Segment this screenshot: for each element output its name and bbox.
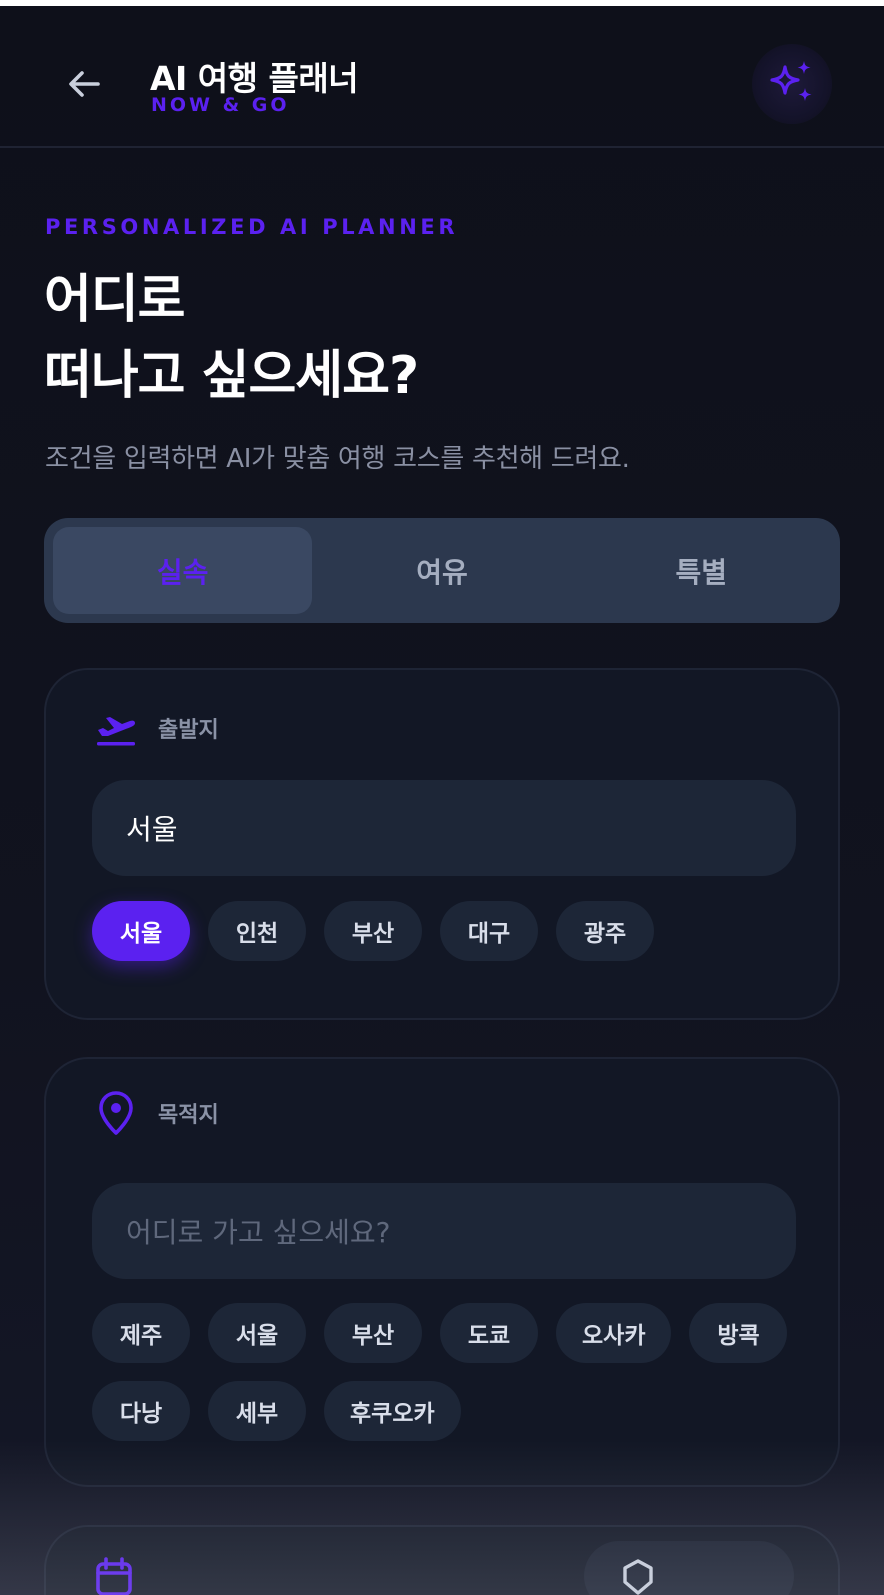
hero-title: 어디로 떠나고 싶으세요? — [44, 262, 419, 414]
destination-chip-busan[interactable]: 부산 — [324, 1303, 422, 1363]
origin-chip-busan[interactable]: 부산 — [324, 901, 422, 961]
destination-chip-danang[interactable]: 다낭 — [92, 1381, 190, 1441]
segment-option-budget[interactable]: 실속 — [53, 527, 313, 614]
destination-chip-bangkok[interactable]: 방콕 — [689, 1303, 788, 1363]
origin-chip-daegu[interactable]: 대구 — [440, 901, 538, 961]
map-pin-icon — [99, 1091, 133, 1135]
date-card — [44, 1525, 840, 1595]
origin-chip-gwangju[interactable]: 광주 — [556, 901, 654, 961]
destination-chip-seoul[interactable]: 서울 — [208, 1303, 306, 1363]
settings-icon — [623, 1559, 653, 1595]
travel-style-segment: 실속 여유 특별 — [44, 518, 840, 623]
origin-label-row: 출발지 — [94, 706, 219, 750]
origin-chip-list: 서울 인천 부산 대구 광주 — [92, 901, 812, 961]
app-subtitle: NOW & GO — [151, 94, 290, 116]
destination-chip-list: 제주 서울 부산 도쿄 오사카 방콕 다낭 세부 후쿠오카 — [92, 1303, 812, 1441]
origin-input[interactable]: 서울 — [92, 780, 796, 876]
arrow-left-icon — [69, 71, 100, 97]
destination-input[interactable]: 어디로 가고 싶으세요? — [92, 1183, 796, 1279]
destination-label-row: 목적지 — [94, 1089, 219, 1137]
airplane-takeoff-icon — [97, 717, 135, 746]
date-card-action-pill[interactable] — [584, 1541, 794, 1595]
segment-option-special[interactable]: 특별 — [572, 527, 831, 614]
top-app-bar: AI 여행 플래너 NOW & GO — [0, 6, 884, 148]
back-button[interactable] — [56, 56, 112, 112]
origin-chip-incheon[interactable]: 인천 — [208, 901, 306, 961]
origin-card: 출발지 서울 서울 인천 부산 대구 광주 — [44, 668, 840, 1020]
hero-title-line2: 떠나고 싶으세요? — [44, 346, 419, 406]
hero-description: 조건을 입력하면 AI가 맞춤 여행 코스를 추천해 드려요. — [45, 444, 630, 474]
segment-option-relaxed[interactable]: 여유 — [312, 527, 571, 614]
destination-label: 목적지 — [158, 1103, 219, 1128]
origin-label: 출발지 — [158, 718, 219, 743]
destination-chip-jeju[interactable]: 제주 — [92, 1303, 190, 1363]
sparkles-icon — [770, 61, 812, 101]
ai-sparkle-button[interactable] — [752, 44, 832, 124]
destination-chip-fukuoka[interactable]: 후쿠오카 — [324, 1381, 461, 1441]
origin-chip-seoul[interactable]: 서울 — [92, 901, 190, 961]
destination-chip-cebu[interactable]: 세부 — [208, 1381, 306, 1441]
destination-card: 목적지 어디로 가고 싶으세요? 제주 서울 부산 도쿄 오사카 방콕 다낭 세… — [44, 1057, 840, 1487]
hero-eyebrow: PERSONALIZED AI PLANNER — [45, 215, 459, 239]
app-screen: AI 여행 플래너 NOW & GO PERSONALIZED AI PLANN… — [0, 0, 884, 1595]
destination-chip-osaka[interactable]: 오사카 — [556, 1303, 672, 1363]
hero-title-line1: 어디로 — [44, 270, 186, 330]
app-title: AI 여행 플래너 — [150, 59, 359, 98]
destination-chip-tokyo[interactable]: 도쿄 — [440, 1303, 538, 1363]
calendar-icon — [96, 1557, 132, 1595]
